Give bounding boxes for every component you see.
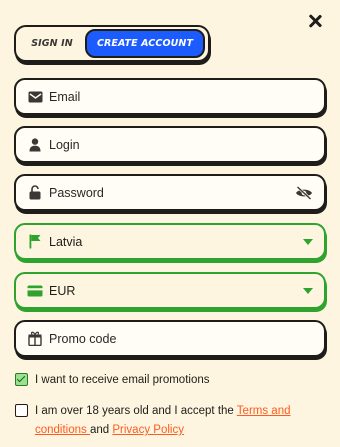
password-placeholder: Password [49,185,104,200]
terms-prefix: I am over 18 years old and I accept the [35,405,237,417]
terms-label: I am over 18 years old and I accept the … [35,402,320,440]
gift-icon [27,331,43,347]
password-field[interactable]: Password [14,174,326,211]
currency-value: EUR [49,283,76,298]
privacy-policy-link[interactable]: Privacy Policy [112,424,184,436]
terms-middle: and [89,424,113,436]
eye-off-icon[interactable] [295,185,313,200]
terms-checkbox[interactable] [15,404,28,417]
tab-sign-in[interactable]: SIGN IN [19,29,85,58]
country-value: Latvia [49,234,83,249]
lock-icon [27,185,43,201]
promotions-consent: I want to receive email promotions [15,371,320,390]
tab-create-account[interactable]: CREATE ACCOUNT [85,29,205,58]
envelope-icon [27,89,43,105]
chevron-down-icon [303,287,313,294]
login-field[interactable]: Login [14,126,326,163]
promotions-label: I want to receive email promotions [35,374,210,386]
chevron-down-icon [303,238,313,245]
email-placeholder: Email [49,89,81,104]
auth-tabs: SIGN IN CREATE ACCOUNT [14,25,210,62]
promo-code-field[interactable]: Promo code [14,320,326,357]
terms-consent: I am over 18 years old and I accept the … [15,402,320,440]
user-icon [27,137,43,153]
email-field[interactable]: Email [14,78,326,115]
close-icon[interactable] [308,14,322,28]
promo-code-placeholder: Promo code [49,331,117,346]
country-select[interactable]: Latvia [14,223,326,260]
login-placeholder: Login [49,137,80,152]
currency-select[interactable]: EUR [14,272,326,309]
card-icon [27,283,43,299]
promotions-checkbox[interactable] [15,373,28,386]
flag-icon [27,234,43,250]
